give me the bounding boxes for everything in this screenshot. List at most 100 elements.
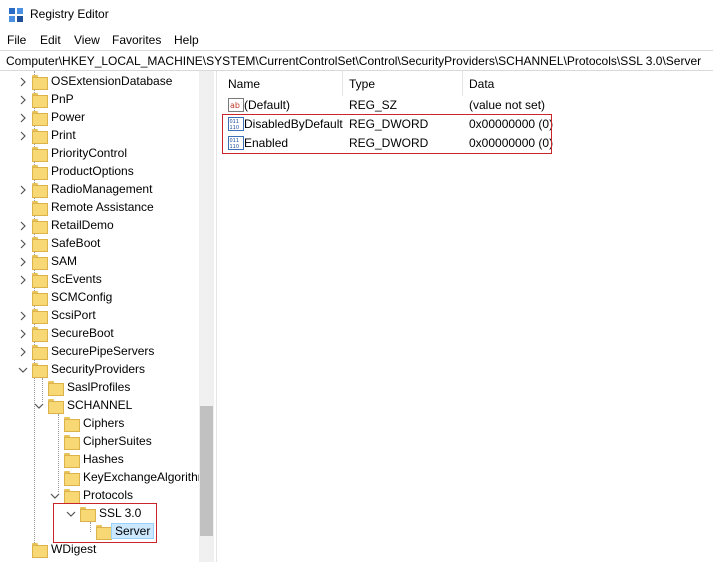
registry-editor-icon [9, 8, 23, 22]
folder-icon [32, 111, 48, 126]
tree-item[interactable]: SafeBoot [0, 235, 200, 253]
tree-item[interactable]: Power [0, 109, 200, 127]
menu-edit[interactable]: Edit [40, 33, 61, 47]
folder-icon [32, 201, 48, 216]
chevron-right-icon[interactable] [18, 311, 28, 321]
folder-icon [32, 255, 48, 270]
tree-item[interactable]: ProductOptions [0, 163, 200, 181]
tree-item[interactable]: SCMConfig [0, 289, 200, 307]
tree-item[interactable]: PriorityControl [0, 145, 200, 163]
tree-item[interactable]: Ciphers [0, 415, 200, 433]
chevron-right-icon[interactable] [18, 77, 28, 87]
tree-item[interactable]: SCHANNEL [0, 397, 200, 415]
folder-icon [32, 93, 48, 108]
menu-bar: File Edit View Favorites Help [0, 30, 713, 50]
tree-item-label: ScsiPort [51, 308, 96, 322]
value-type: REG_SZ [349, 98, 398, 112]
tree-item[interactable]: SecurePipeServers [0, 343, 200, 361]
chevron-right-icon[interactable] [18, 131, 28, 141]
values-list[interactable]: Name Type Data ab (Default) REG_SZ (valu… [222, 71, 713, 562]
tree-item[interactable]: RetailDemo [0, 217, 200, 235]
folder-icon [64, 471, 80, 486]
tree-item[interactable]: Remote Assistance [0, 199, 200, 217]
folder-icon [64, 489, 80, 504]
tree-item[interactable]: PnP [0, 91, 200, 109]
chevron-right-icon[interactable] [18, 329, 28, 339]
key-tree[interactable]: OSExtensionDatabase PnP Power Print Priority… [0, 71, 214, 562]
chevron-down-icon[interactable] [34, 401, 44, 411]
folder-icon [32, 273, 48, 288]
tree-item[interactable]: ScEvents [0, 271, 200, 289]
tree-item-label: OSExtensionDatabase [51, 74, 173, 88]
menu-favorites[interactable]: Favorites [112, 33, 161, 47]
svg-text:ab: ab [230, 101, 240, 110]
folder-icon [32, 147, 48, 162]
column-header-type[interactable]: Type [343, 71, 463, 96]
tree-item-label: SecurePipeServers [51, 344, 155, 358]
column-header-name[interactable]: Name [222, 71, 343, 96]
tree-item-label: Ciphers [83, 416, 125, 430]
tree-item-label: ScEvents [51, 272, 102, 286]
pane-splitter[interactable] [216, 71, 221, 562]
tree-item-label: SecureBoot [51, 326, 114, 340]
chevron-right-icon[interactable] [18, 257, 28, 267]
tree-item[interactable]: WDigest [0, 541, 200, 559]
value-row[interactable]: ab (Default) REG_SZ (value not set) [222, 96, 713, 115]
tree-item[interactable]: RadioManagement [0, 181, 200, 199]
tree-item[interactable]: SAM [0, 253, 200, 271]
tree-item-label: ProductOptions [51, 164, 134, 178]
chevron-right-icon[interactable] [18, 95, 28, 105]
tree-item-label: Power [51, 110, 86, 124]
menu-file[interactable]: File [7, 33, 26, 47]
tree-item[interactable]: OSExtensionDatabase [0, 73, 200, 91]
address-bar[interactable]: Computer\HKEY_LOCAL_MACHINE\SYSTEM\Curre… [0, 50, 713, 71]
chevron-right-icon[interactable] [18, 239, 28, 249]
chevron-right-icon[interactable] [18, 347, 28, 357]
tree-item[interactable]: CipherSuites [0, 433, 200, 451]
folder-icon [48, 381, 64, 396]
folder-icon [32, 75, 48, 90]
chevron-right-icon[interactable] [18, 221, 28, 231]
tree-scrollbar[interactable] [199, 71, 214, 562]
chevron-right-icon[interactable] [18, 185, 28, 195]
tree-item-label: SAM [51, 254, 78, 268]
tree-item-label: RetailDemo [51, 218, 114, 232]
folder-icon [48, 399, 64, 414]
chevron-down-icon[interactable] [50, 491, 60, 501]
ssl-server-highlight [53, 503, 157, 543]
tree-item[interactable]: KeyExchangeAlgorithms [0, 469, 214, 487]
menu-help[interactable]: Help [174, 33, 199, 47]
tree-scroll-thumb[interactable] [200, 406, 213, 536]
folder-icon [32, 129, 48, 144]
folder-icon [32, 237, 48, 252]
column-header-data[interactable]: Data [463, 71, 713, 96]
tree-item-label: RadioManagement [51, 182, 153, 196]
tree-item[interactable]: SaslProfiles [0, 379, 200, 397]
tree-item[interactable]: ScsiPort [0, 307, 200, 325]
dword-values-highlight [222, 114, 552, 154]
tree-item[interactable]: SecurityProviders [0, 361, 200, 379]
tree-item[interactable]: Hashes [0, 451, 200, 469]
chevron-down-icon[interactable] [18, 365, 28, 375]
tree-item-label: Remote Assistance [51, 200, 154, 214]
value-data: (value not set) [469, 98, 546, 112]
folder-icon [32, 165, 48, 180]
string-value-icon: ab [228, 98, 244, 112]
folder-icon [32, 363, 48, 378]
folder-icon [32, 327, 48, 342]
tree-item[interactable]: SecureBoot [0, 325, 200, 343]
tree-item-label: SCHANNEL [67, 398, 133, 412]
chevron-right-icon[interactable] [18, 275, 28, 285]
folder-icon [64, 453, 80, 468]
tree-item-label: SCMConfig [51, 290, 113, 304]
menu-view[interactable]: View [74, 33, 100, 47]
chevron-right-icon[interactable] [18, 113, 28, 123]
tree-item-label: SecurityProviders [51, 362, 146, 376]
tree-item-label: Protocols [83, 488, 134, 502]
tree-item-label: WDigest [51, 542, 97, 556]
tree-item-label: PnP [51, 92, 74, 106]
tree-item-label: Print [51, 128, 76, 142]
address-path[interactable]: Computer\HKEY_LOCAL_MACHINE\SYSTEM\Curre… [6, 54, 701, 68]
tree-item-label: Hashes [83, 452, 124, 466]
tree-item[interactable]: Print [0, 127, 200, 145]
